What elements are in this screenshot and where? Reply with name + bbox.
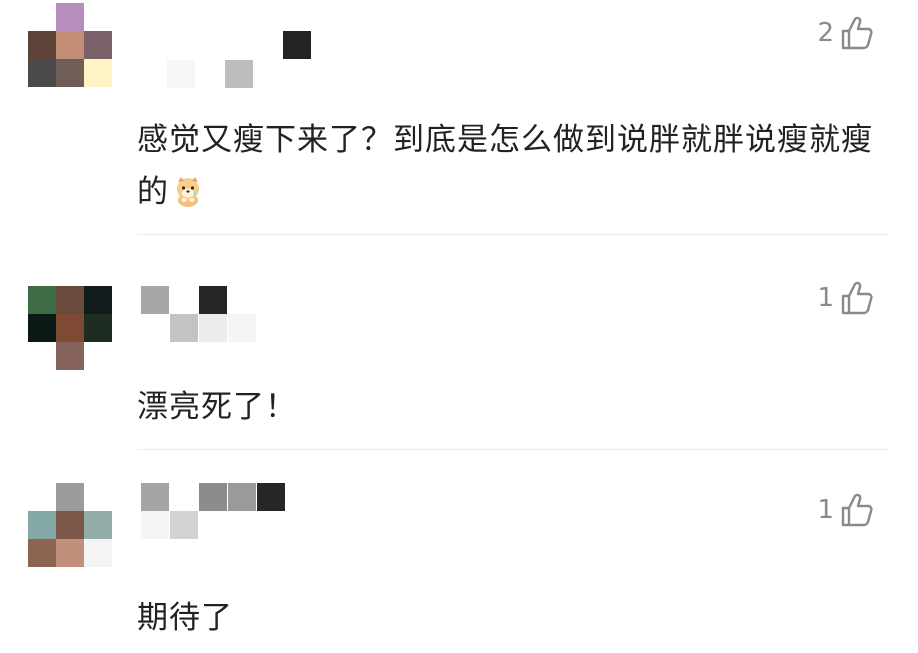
like-count: 1	[817, 283, 834, 313]
like-button[interactable]: 1	[817, 278, 874, 318]
like-count: 1	[817, 495, 834, 525]
comment-item: 2 感觉又瘦下来了？到底是怎么做到说胖就胖说瘦就瘦的	[0, 0, 918, 236]
username-pixelated[interactable]	[137, 483, 337, 543]
thumbs-up-icon	[841, 493, 873, 527]
comment-item: 1 期待了	[0, 450, 918, 653]
avatar[interactable]	[28, 483, 113, 568]
username-pixelated[interactable]	[137, 28, 337, 88]
comment-text: 感觉又瘦下来了？到底是怎么做到说胖就胖说瘦就瘦的	[137, 122, 873, 210]
thumbs-up-icon	[841, 16, 873, 50]
like-count: 2	[817, 18, 834, 48]
avatar[interactable]	[28, 286, 113, 371]
comment-item: 1 漂亮死了！	[0, 236, 918, 450]
thumbs-up-icon	[841, 281, 873, 315]
comment-text: 漂亮死了！	[137, 389, 297, 425]
like-button[interactable]: 2	[817, 13, 874, 53]
divider	[137, 234, 888, 235]
like-button[interactable]: 1	[817, 490, 874, 530]
avatar[interactable]	[28, 3, 113, 88]
username-pixelated[interactable]	[137, 286, 337, 346]
comment-text: 期待了	[137, 600, 233, 636]
shy-dog-emoji-icon	[177, 177, 199, 207]
